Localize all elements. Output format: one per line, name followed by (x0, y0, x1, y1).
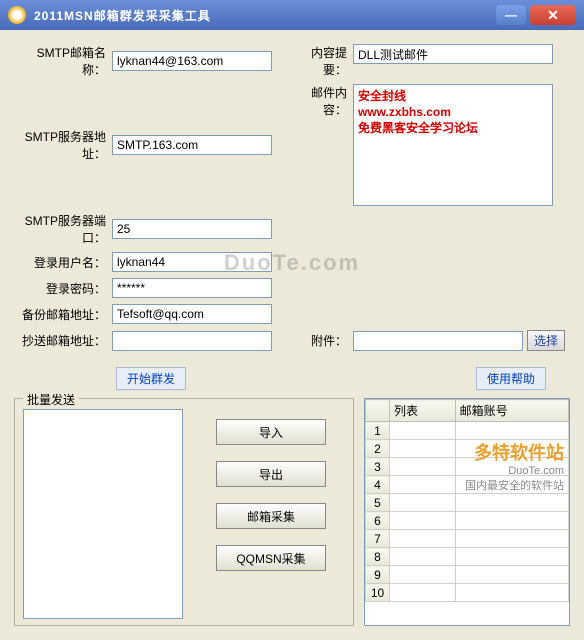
table-row[interactable]: 1 (366, 422, 569, 440)
row-number: 3 (366, 458, 390, 476)
cell-account[interactable] (455, 584, 568, 602)
login-user-input[interactable] (112, 252, 272, 272)
cell-list[interactable] (390, 566, 456, 584)
mail-content-textarea[interactable]: 安全封线 www.zxbhs.com 免费黑客安全学习论坛 (353, 84, 553, 206)
result-table-panel[interactable]: 列表 邮箱账号 12345678910 (364, 398, 570, 626)
cell-list[interactable] (390, 530, 456, 548)
col-account-header[interactable]: 邮箱账号 (455, 400, 568, 422)
cell-list[interactable] (390, 422, 456, 440)
content-line-2: www.zxbhs.com (358, 104, 548, 120)
qqmsn-collect-button[interactable]: QQMSN采集 (216, 545, 326, 571)
col-list-header[interactable]: 列表 (390, 400, 456, 422)
content-line-3: 免费黑客安全学习论坛 (358, 120, 548, 136)
batch-send-panel: 批量发送 导入 导出 邮箱采集 QQMSN采集 (14, 398, 354, 626)
row-number: 7 (366, 530, 390, 548)
start-send-button[interactable]: 开始群发 (116, 367, 186, 390)
cell-account[interactable] (455, 548, 568, 566)
row-number: 5 (366, 494, 390, 512)
lower-area: 批量发送 导入 导出 邮箱采集 QQMSN采集 列表 邮箱账号 12345678… (0, 398, 584, 640)
form-area: SMTP邮箱名称： 内容提要： SMTP服务器地址： 邮件内容： 安全封线 ww… (0, 30, 584, 363)
window-title: 2011MSN邮箱群发采采集工具 (34, 7, 492, 24)
table-corner (366, 400, 390, 422)
table-row[interactable]: 10 (366, 584, 569, 602)
cell-list[interactable] (390, 476, 456, 494)
action-row: 开始群发 使用帮助 (0, 363, 584, 398)
cell-list[interactable] (390, 494, 456, 512)
batch-listbox[interactable] (23, 409, 183, 619)
cell-account[interactable] (455, 476, 568, 494)
row-number: 2 (366, 440, 390, 458)
close-button[interactable]: ✕ (530, 5, 576, 25)
attach-select-button[interactable]: 选择 (527, 330, 565, 351)
attach-input[interactable] (353, 331, 523, 351)
cell-list[interactable] (390, 584, 456, 602)
table-row[interactable]: 9 (366, 566, 569, 584)
attach-label: 附件： (289, 332, 353, 349)
smtp-name-label: SMTP邮箱名称： (14, 44, 112, 78)
minimize-button[interactable]: — (496, 5, 526, 25)
summary-input[interactable] (353, 44, 553, 64)
cell-list[interactable] (390, 512, 456, 530)
row-number: 4 (366, 476, 390, 494)
smtp-server-label: SMTP服务器地址： (14, 128, 112, 162)
table-row[interactable]: 7 (366, 530, 569, 548)
row-number: 6 (366, 512, 390, 530)
row-number: 9 (366, 566, 390, 584)
cell-list[interactable] (390, 440, 456, 458)
backup-input[interactable] (112, 304, 272, 324)
login-pass-input[interactable] (112, 278, 272, 298)
table-row[interactable]: 2 (366, 440, 569, 458)
table-row[interactable]: 4 (366, 476, 569, 494)
cell-account[interactable] (455, 530, 568, 548)
content-label: 邮件内容： (289, 84, 353, 118)
table-row[interactable]: 8 (366, 548, 569, 566)
row-number: 8 (366, 548, 390, 566)
import-button[interactable]: 导入 (216, 419, 326, 445)
row-number: 10 (366, 584, 390, 602)
cc-input[interactable] (112, 331, 272, 351)
table-row[interactable]: 3 (366, 458, 569, 476)
cell-account[interactable] (455, 512, 568, 530)
titlebar: 2011MSN邮箱群发采采集工具 — ✕ (0, 0, 584, 30)
cell-account[interactable] (455, 440, 568, 458)
result-table: 列表 邮箱账号 12345678910 (365, 399, 569, 602)
cell-account[interactable] (455, 494, 568, 512)
cell-list[interactable] (390, 548, 456, 566)
table-row[interactable]: 6 (366, 512, 569, 530)
smtp-port-input[interactable] (112, 219, 272, 239)
row-number: 1 (366, 422, 390, 440)
cell-account[interactable] (455, 458, 568, 476)
content-line-1: 安全封线 (358, 88, 548, 104)
login-user-label: 登录用户名： (14, 254, 112, 271)
cc-label: 抄送邮箱地址： (14, 332, 112, 349)
export-button[interactable]: 导出 (216, 461, 326, 487)
batch-legend: 批量发送 (23, 391, 79, 408)
cell-list[interactable] (390, 458, 456, 476)
login-pass-label: 登录密码： (14, 280, 112, 297)
cell-account[interactable] (455, 566, 568, 584)
backup-label: 备份邮箱地址： (14, 306, 112, 323)
smtp-port-label: SMTP服务器端口： (14, 212, 112, 246)
smtp-server-input[interactable] (112, 135, 272, 155)
smtp-name-input[interactable] (112, 51, 272, 71)
cell-account[interactable] (455, 422, 568, 440)
summary-label: 内容提要： (289, 44, 353, 78)
app-icon (8, 6, 26, 24)
table-row[interactable]: 5 (366, 494, 569, 512)
help-button[interactable]: 使用帮助 (476, 367, 546, 390)
